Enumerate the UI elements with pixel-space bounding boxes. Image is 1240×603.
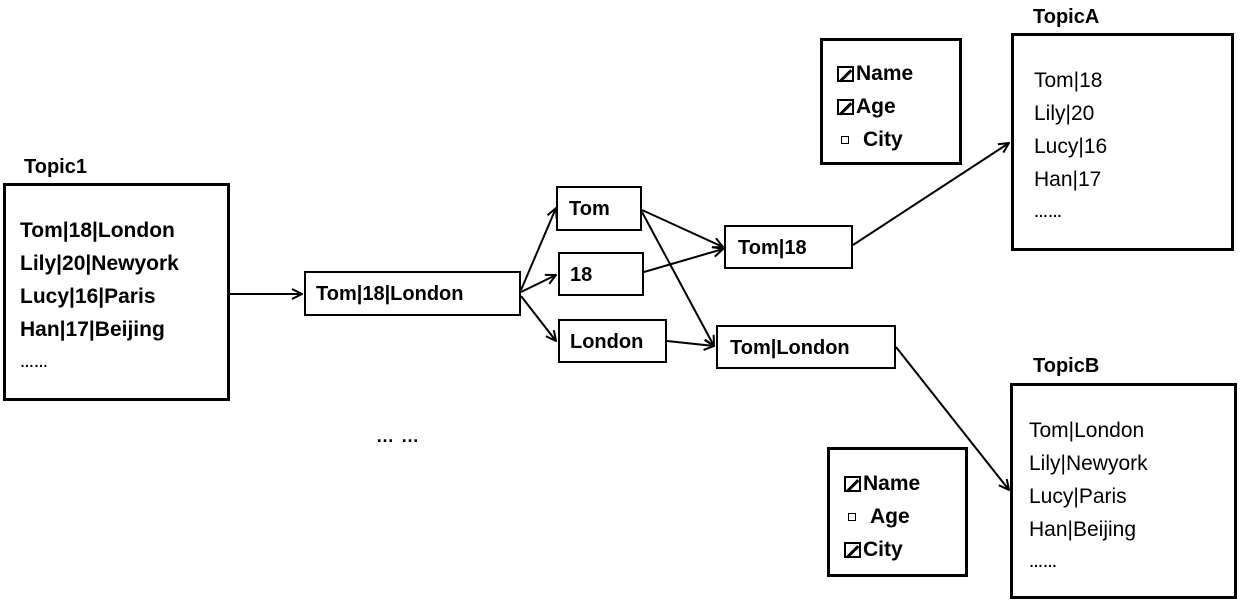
- topic1-title: Topic1: [24, 156, 87, 178]
- topicA-row: Lucy|16: [1034, 135, 1108, 158]
- combined-node-name-age-label: Tom|18: [738, 237, 807, 259]
- checkbox-unchecked-icon[interactable]: [841, 135, 849, 144]
- filter-b-box: Name Age City: [827, 447, 968, 577]
- arrow-tom-to-tom18: [641, 209, 723, 247]
- field-node-name-label: Tom: [569, 198, 610, 220]
- topicA-row: ……: [1034, 204, 1062, 220]
- topicA-box: Tom|18 Lily|20 Lucy|16 Han|17 ……: [1011, 33, 1234, 251]
- message-node-label: Tom|18|London: [316, 283, 464, 305]
- filter-a-fields: Name Age City: [837, 57, 913, 156]
- topicA-row: Han|17: [1034, 168, 1102, 191]
- filter-b-field-city-label: City: [863, 538, 903, 561]
- filter-a-field-age[interactable]: Age: [837, 90, 913, 123]
- combined-node-name-age: Tom|18: [724, 225, 853, 269]
- combined-node-name-city: Tom|London: [716, 325, 896, 369]
- ellipsis-more-messages: … …: [376, 426, 421, 446]
- topicB-row: Tom|London: [1029, 419, 1145, 442]
- topicB-row: ……: [1029, 554, 1057, 570]
- diagram-canvas: Topic1 Tom|18|London Lily|20|Newyork Luc…: [0, 0, 1240, 603]
- topicB-row: Han|Beijing: [1029, 518, 1137, 541]
- filter-a-field-city[interactable]: City: [837, 123, 913, 156]
- topic1-row: Lucy|16|Paris: [20, 285, 156, 308]
- checkbox-checked-icon[interactable]: [844, 475, 861, 492]
- topic1-row: Han|17|Beijing: [20, 318, 165, 341]
- filter-b-field-age-label: Age: [870, 505, 910, 528]
- filter-b-field-city[interactable]: City: [844, 533, 920, 566]
- topic1-row: Lily|20|Newyork: [20, 252, 179, 275]
- field-node-city-label: London: [570, 331, 644, 353]
- topicA-row: Tom|18: [1034, 69, 1103, 92]
- filter-a-field-age-label: Age: [856, 95, 896, 118]
- topicA-title: TopicA: [1033, 6, 1100, 28]
- field-node-city: London: [558, 319, 667, 363]
- filter-a-field-city-label: City: [863, 128, 903, 151]
- arrow-18-to-tom18: [643, 249, 723, 273]
- filter-b-fields: Name Age City: [844, 467, 920, 566]
- topicB-box: Tom|London Lily|Newyork Lucy|Paris Han|B…: [1010, 383, 1237, 599]
- topicB-title: TopicB: [1033, 355, 1100, 377]
- filter-b-field-name[interactable]: Name: [844, 467, 920, 500]
- topicB-rows: Tom|London Lily|Newyork Lucy|Paris Han|B…: [1029, 414, 1148, 579]
- message-node: Tom|18|London: [304, 271, 521, 316]
- topic1-row: ……: [20, 354, 48, 370]
- checkbox-checked-icon[interactable]: [837, 65, 854, 82]
- topicB-row: Lily|Newyork: [1029, 452, 1148, 475]
- combined-node-name-city-label: Tom|London: [730, 337, 850, 359]
- filter-a-box: Name Age City: [820, 38, 962, 165]
- arrow-message-to-london: [520, 295, 556, 341]
- field-node-age: 18: [558, 252, 644, 296]
- field-node-age-label: 18: [570, 264, 593, 286]
- checkbox-checked-icon[interactable]: [844, 541, 861, 558]
- topicB-row: Lucy|Paris: [1029, 485, 1127, 508]
- topicA-rows: Tom|18 Lily|20 Lucy|16 Han|17 ……: [1034, 64, 1107, 229]
- topic1-rows: Tom|18|London Lily|20|Newyork Lucy|16|Pa…: [20, 214, 179, 379]
- checkbox-checked-icon[interactable]: [837, 98, 854, 115]
- arrow-london-to-tomlondon: [666, 341, 714, 346]
- topicA-row: Lily|20: [1034, 102, 1095, 125]
- filter-b-field-age[interactable]: Age: [844, 500, 920, 533]
- filter-b-field-name-label: Name: [863, 472, 921, 495]
- topic1-row: Tom|18|London: [20, 219, 175, 242]
- filter-a-field-name[interactable]: Name: [837, 57, 913, 90]
- field-node-name: Tom: [556, 186, 642, 231]
- checkbox-unchecked-icon[interactable]: [848, 512, 856, 521]
- filter-a-field-name-label: Name: [856, 62, 914, 85]
- topic1-box: Tom|18|London Lily|20|Newyork Lucy|16|Pa…: [3, 183, 230, 401]
